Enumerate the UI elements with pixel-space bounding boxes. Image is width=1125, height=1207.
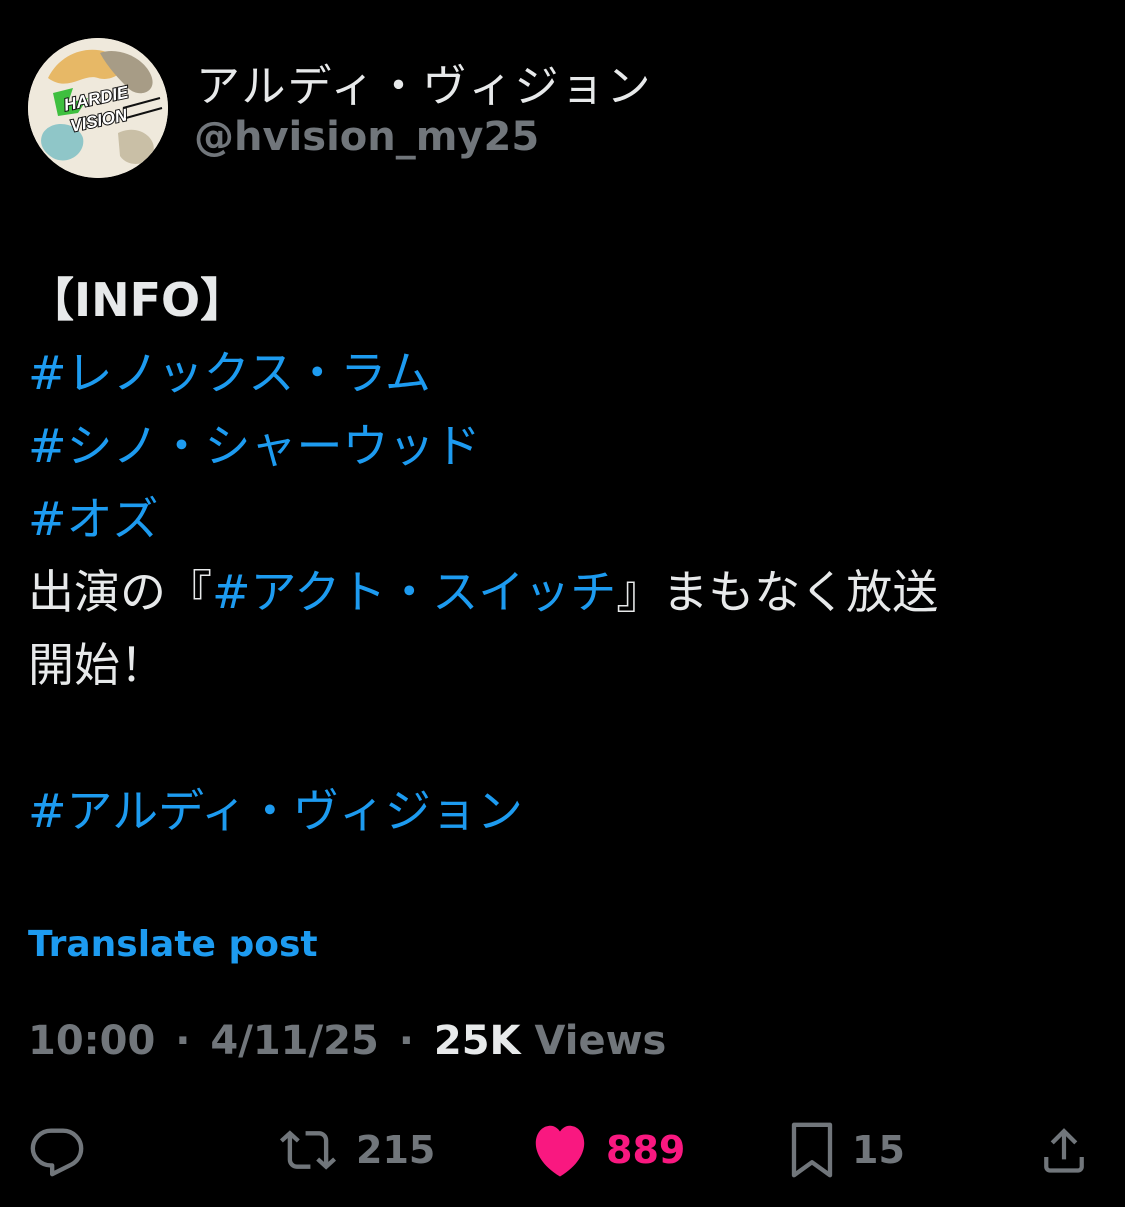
author-display-name[interactable]: アルディ・ヴィジョン <box>196 50 652 114</box>
translate-post-link[interactable]: Translate post <box>28 924 318 965</box>
info-tag: 【INFO】 <box>28 273 247 327</box>
hashtag-link[interactable]: #オズ <box>28 483 1108 556</box>
meta-separator: · <box>398 1018 414 1064</box>
bookmark-button[interactable]: 15 <box>788 1110 905 1190</box>
repost-count: 215 <box>356 1128 436 1172</box>
tweet-line-prefix: 出演の『 <box>28 565 212 619</box>
action-bar: 215 889 15 <box>0 1110 1125 1190</box>
post-date[interactable]: 4/11/25 <box>210 1018 378 1064</box>
like-button[interactable]: 889 <box>530 1110 685 1190</box>
share-button[interactable] <box>1036 1110 1092 1190</box>
repost-icon <box>279 1130 337 1170</box>
meta-separator: · <box>175 1018 191 1064</box>
author-handle[interactable]: @hvision_my25 <box>194 114 539 160</box>
bookmark-count: 15 <box>852 1128 905 1172</box>
tweet-line-suffix: 』まもなく放送 <box>616 565 939 619</box>
line-break <box>28 702 1108 775</box>
like-count: 889 <box>606 1128 686 1172</box>
hashtag-link[interactable]: #シノ・シャーウッド <box>28 410 1108 483</box>
bookmark-icon <box>791 1122 833 1178</box>
tweet-line: 出演の『#アクト・スイッチ』まもなく放送 <box>28 556 1108 629</box>
tweet-text: 【INFO】 #レノックス・ラム #シノ・シャーウッド #オズ 出演の『#アクト… <box>28 264 1108 848</box>
avatar-logo-icon: HARDIE VISION <box>28 38 168 178</box>
avatar[interactable]: HARDIE VISION <box>28 38 168 178</box>
tweet-detail-page: HARDIE VISION アルディ・ヴィジョン @hvision_my25 【… <box>0 0 1125 1207</box>
reply-button[interactable] <box>28 1110 86 1190</box>
hashtag-link[interactable]: #アクト・スイッチ <box>212 565 616 619</box>
reply-icon <box>30 1128 84 1177</box>
tweet-line: 開始！ <box>28 638 166 692</box>
repost-button[interactable]: 215 <box>276 1110 435 1190</box>
views-count[interactable]: 25K <box>434 1018 521 1064</box>
post-time[interactable]: 10:00 <box>28 1018 155 1064</box>
hashtag-link[interactable]: #レノックス・ラム <box>28 337 1108 410</box>
heart-filled-icon <box>535 1125 585 1177</box>
tweet-meta: 10:00 · 4/11/25 · 25K Views <box>28 1018 666 1064</box>
hashtag-link[interactable]: #アルディ・ヴィジョン <box>28 775 1108 848</box>
share-icon <box>1044 1128 1084 1173</box>
views-label: Views <box>534 1018 667 1064</box>
